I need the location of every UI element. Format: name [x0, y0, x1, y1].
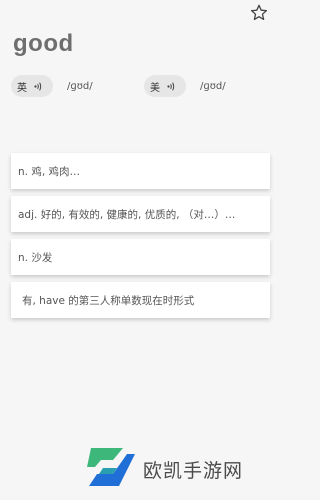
us-label: 美	[150, 82, 160, 94]
pronunciation-uk: 英 /ɡʊd/	[11, 75, 93, 97]
speaker-icon	[34, 81, 43, 92]
definition-card[interactable]: n. 鸡, 鸡肉…	[11, 153, 270, 189]
definition-text: n. 鸡, 鸡肉…	[18, 165, 81, 178]
word-title: good	[13, 30, 74, 57]
watermark-text: 欧凯手游网	[143, 459, 244, 482]
favorite-star-icon[interactable]	[249, 3, 269, 23]
definition-card[interactable]: n. 沙发	[11, 239, 270, 275]
definition-card[interactable]: 有, have 的第三人称单数现在时形式	[11, 282, 270, 318]
pronunciation-us: 美 /ɡʊd/	[144, 75, 226, 97]
site-logo-icon	[83, 444, 135, 494]
play-us-button[interactable]: 美	[144, 75, 186, 97]
uk-phonetic: /ɡʊd/	[67, 80, 93, 92]
definition-card[interactable]: adj. 好的, 有效的, 健康的, 优质的, （对…）…	[11, 196, 270, 232]
play-uk-button[interactable]: 英	[11, 75, 53, 97]
definition-text: 有, have 的第三人称单数现在时形式	[22, 294, 195, 307]
us-phonetic: /ɡʊd/	[200, 80, 226, 92]
speaker-icon	[167, 81, 176, 92]
definition-text: n. 沙发	[18, 251, 53, 264]
uk-label: 英	[17, 82, 27, 94]
definition-text: adj. 好的, 有效的, 健康的, 优质的, （对…）…	[18, 208, 236, 221]
watermark: 欧凯手游网	[83, 444, 243, 494]
